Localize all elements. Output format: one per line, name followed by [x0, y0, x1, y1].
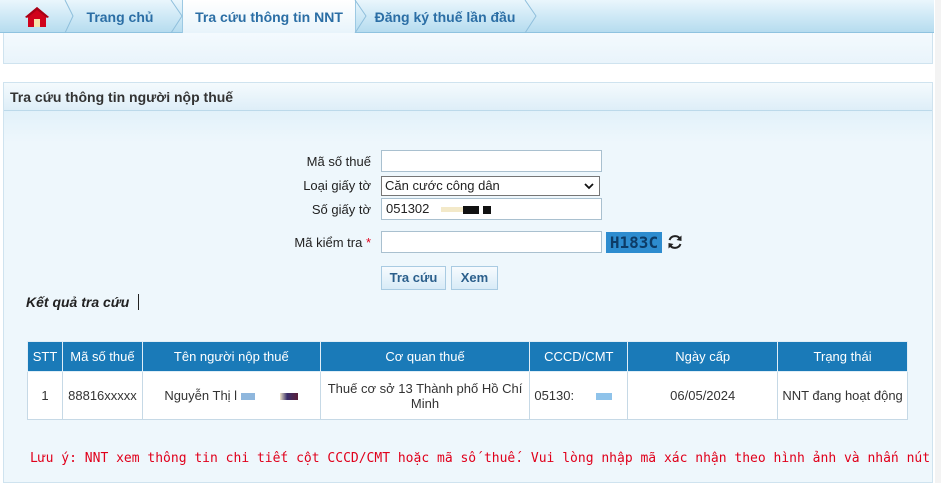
column-header: Tên người nộp thuế	[141, 341, 321, 372]
redaction-mark	[595, 393, 612, 401]
redaction-mark	[483, 205, 492, 214]
panel-band	[4, 111, 932, 143]
cell-issue-date: 06/05/2024	[627, 371, 779, 420]
tax-code-label: Mã số thuế	[306, 154, 371, 169]
search-button[interactable]: Tra cứu	[381, 266, 446, 290]
doc-type-select[interactable]: Căn cước công dân	[381, 176, 600, 196]
tab-taxpayer-lookup[interactable]: Tra cứu thông tin NNT	[182, 0, 356, 33]
cell-name: Nguyễn Thị l	[141, 371, 321, 420]
required-mark: *	[365, 235, 371, 250]
tab-home-label: Trang chủ	[86, 9, 154, 25]
results-title: Kết quả tra cứu	[26, 294, 130, 310]
column-header: Mã số thuế	[61, 341, 143, 372]
tab-first-registration-label: Đăng ký thuế lần đầu	[374, 9, 516, 25]
captcha-input[interactable]	[381, 231, 602, 253]
cell-id-number[interactable]: 05130:	[529, 371, 629, 420]
doc-number-value: 051302	[386, 201, 430, 216]
redaction-mark	[463, 205, 480, 214]
refresh-icon[interactable]	[666, 233, 684, 251]
column-header: Cơ quan thuế	[319, 341, 531, 372]
tab-divider	[170, 0, 183, 33]
tab-divider	[524, 0, 537, 33]
column-header: CCCD/CMT	[529, 341, 629, 372]
cell-agency: Thuế cơ sở 13 Thành phố Hồ Chí Minh	[319, 371, 531, 420]
redaction-mark	[240, 393, 255, 401]
text-cursor	[138, 294, 139, 310]
cell-stt: 1	[27, 371, 63, 420]
tax-code-input[interactable]	[381, 150, 602, 172]
sub-nav-bar	[3, 33, 933, 64]
tab-divider	[354, 0, 367, 33]
top-nav-bar: Trang chủ Tra cứu thông tin NNT Đăng ký …	[0, 0, 934, 33]
cell-name-text: Nguyễn Thị l	[164, 388, 238, 403]
column-header: STT	[27, 341, 63, 372]
home-icon[interactable]	[24, 6, 50, 28]
doc-type-label: Loại giấy tờ	[303, 178, 371, 193]
tab-taxpayer-lookup-label: Tra cứu thông tin NNT	[195, 9, 343, 25]
cell-id-number-text: 05130:	[534, 388, 575, 403]
panel-title: Tra cứu thông tin người nộp thuế	[4, 83, 932, 111]
view-button[interactable]: Xem	[451, 266, 498, 290]
doc-number-input[interactable]: 051302	[381, 198, 602, 220]
tab-home[interactable]: Trang chủ	[60, 0, 180, 33]
tab-first-registration[interactable]: Đăng ký thuế lần đầu	[360, 0, 530, 33]
cell-status: NNT đang hoạt động	[777, 371, 908, 420]
table-header-row: STT Mã số thuế Tên người nộp thuế Cơ qua…	[27, 341, 908, 372]
doc-number-label: Số giấy tờ	[311, 202, 371, 217]
doc-type-value: Căn cước công dân	[385, 178, 500, 193]
cell-tax-code[interactable]: 88816xxxxx	[61, 371, 143, 420]
tab-divider	[64, 0, 74, 33]
redaction-mark	[441, 207, 464, 213]
scrollbar[interactable]	[935, 0, 941, 483]
chevron-down-icon	[584, 183, 594, 190]
table-row: 1 88816xxxxx Nguyễn Thị l Thuế cơ sở 13 …	[27, 371, 908, 420]
column-header: Ngày cấp	[627, 341, 779, 372]
captcha-image: H183C	[606, 232, 662, 253]
note-text: Lưu ý: NNT xem thông tin chi tiết cột CC…	[30, 451, 941, 466]
column-header: Trạng thái	[777, 341, 908, 372]
results-table: STT Mã số thuế Tên người nộp thuế Cơ qua…	[27, 341, 908, 420]
redaction-mark	[280, 393, 299, 401]
captcha-label-text: Mã kiểm tra	[294, 235, 363, 250]
captcha-label: Mã kiểm tra *	[270, 235, 371, 250]
cell-tax-code-text: 88816xxxxx	[68, 388, 137, 403]
